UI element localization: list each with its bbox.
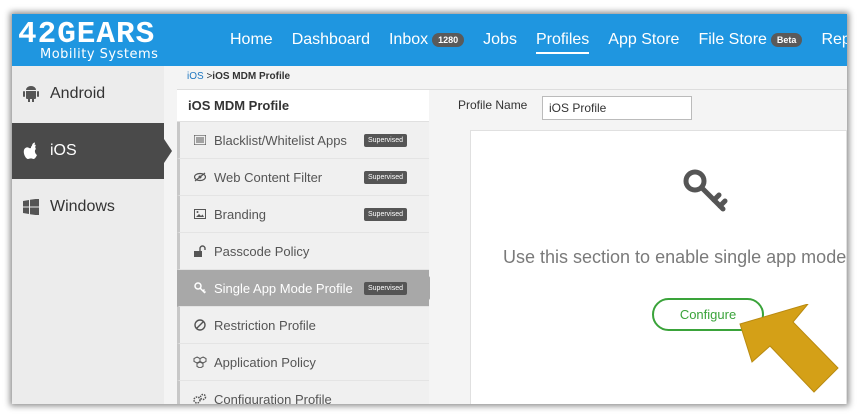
- main-nav: Home Dashboard Inbox 1280 Jobs Profiles A…: [230, 14, 847, 66]
- nav-home[interactable]: Home: [230, 14, 273, 66]
- nav-file-store-label: File Store: [698, 31, 767, 48]
- key-icon: [683, 169, 728, 212]
- supervised-badge: Supervised: [364, 208, 408, 221]
- nav-home-label: Home: [230, 31, 273, 48]
- list-item-label: Application Policy: [214, 354, 316, 370]
- unlock-icon: [193, 244, 207, 258]
- breadcrumb: iOS >iOS MDM Profile: [177, 66, 847, 90]
- key-icon: [193, 281, 207, 295]
- list-item-web-content-filter[interactable]: Web Content Filter Supervised: [177, 159, 429, 196]
- list-item-label: Web Content Filter: [214, 169, 323, 185]
- list-item-configuration-profile[interactable]: Configuration Profile: [177, 381, 429, 404]
- cubes-icon: [193, 355, 207, 369]
- list-icon: [193, 133, 207, 147]
- active-indicator: [164, 139, 172, 163]
- pointer-arrow-icon: [739, 304, 839, 393]
- inbox-count-badge: 1280: [432, 33, 465, 47]
- breadcrumb-current: iOS MDM Profile: [212, 71, 291, 82]
- gears-icon: [193, 392, 207, 404]
- list-item-label: Passcode Policy: [214, 243, 310, 259]
- breadcrumb-link-ios[interactable]: iOS: [187, 71, 204, 82]
- sidebar-item-android[interactable]: Android: [12, 66, 164, 122]
- sidebar-item-windows-label: Windows: [50, 198, 115, 215]
- sidebar-item-android-label: Android: [50, 85, 106, 102]
- nav-inbox-label: Inbox: [388, 31, 429, 48]
- android-icon: [22, 85, 40, 103]
- list-item-label: Single App Mode Profile: [214, 280, 353, 296]
- app-window: 42GEARS Mobility Systems Home Dashboard …: [12, 14, 847, 404]
- nav-jobs-label: Jobs: [483, 31, 517, 48]
- single-app-mode-message: Use this section to enable single app mo…: [503, 247, 847, 267]
- nav-profiles-label: Profiles: [535, 31, 590, 48]
- eye-slash-icon: [193, 170, 207, 184]
- nav-reports[interactable]: Reports: [821, 14, 847, 66]
- supervised-badge: Supervised: [364, 171, 408, 184]
- nav-reports-label: Reports: [821, 31, 847, 48]
- list-item-restriction-profile[interactable]: Restriction Profile: [177, 307, 429, 344]
- sidebar-item-ios[interactable]: iOS: [12, 123, 172, 179]
- profile-list: iOS MDM Profile Blacklist/Whitelist Apps…: [177, 90, 437, 404]
- image-icon: [193, 207, 207, 221]
- supervised-badge: Supervised: [364, 282, 408, 295]
- logo-tagline: Mobility Systems: [40, 47, 159, 62]
- nav-dashboard[interactable]: Dashboard: [292, 14, 370, 66]
- profile-list-title: iOS MDM Profile: [177, 90, 429, 122]
- apple-icon: [22, 142, 40, 160]
- list-item-blacklist-whitelist[interactable]: Blacklist/Whitelist Apps Supervised: [177, 122, 429, 159]
- windows-icon: [22, 198, 40, 216]
- list-item-label: Restriction Profile: [214, 317, 316, 333]
- sidebar-item-ios-label: iOS: [50, 142, 77, 159]
- list-item-branding[interactable]: Branding Supervised: [177, 196, 429, 233]
- nav-app-store[interactable]: App Store: [608, 14, 679, 66]
- list-item-single-app-mode[interactable]: Single App Mode Profile Supervised: [177, 270, 437, 307]
- list-item-label: Configuration Profile: [214, 391, 332, 405]
- ban-icon: [193, 318, 207, 332]
- profile-name-input[interactable]: [542, 96, 692, 120]
- nav-app-store-label: App Store: [608, 31, 680, 48]
- nav-inbox[interactable]: Inbox 1280: [388, 14, 465, 66]
- supervised-badge: Supervised: [364, 134, 408, 147]
- os-sidebar: Android iOS Windows: [12, 66, 172, 404]
- nav-jobs[interactable]: Jobs: [483, 14, 517, 66]
- list-item-label: Blacklist/Whitelist Apps: [214, 132, 347, 148]
- list-item-passcode-policy[interactable]: Passcode Policy: [177, 233, 429, 270]
- top-navbar: 42GEARS Mobility Systems Home Dashboard …: [12, 14, 847, 66]
- sidebar-item-windows[interactable]: Windows: [12, 179, 164, 235]
- nav-file-store[interactable]: File Store Beta: [698, 14, 803, 66]
- company-logo[interactable]: 42GEARS Mobility Systems: [18, 18, 218, 62]
- list-item-label: Branding: [214, 206, 267, 222]
- beta-badge: Beta: [770, 33, 803, 47]
- profile-name-label: Profile Name: [458, 98, 528, 112]
- nav-dashboard-label: Dashboard: [291, 31, 370, 48]
- list-item-application-policy[interactable]: Application Policy: [177, 344, 429, 381]
- nav-profiles[interactable]: Profiles: [535, 14, 590, 66]
